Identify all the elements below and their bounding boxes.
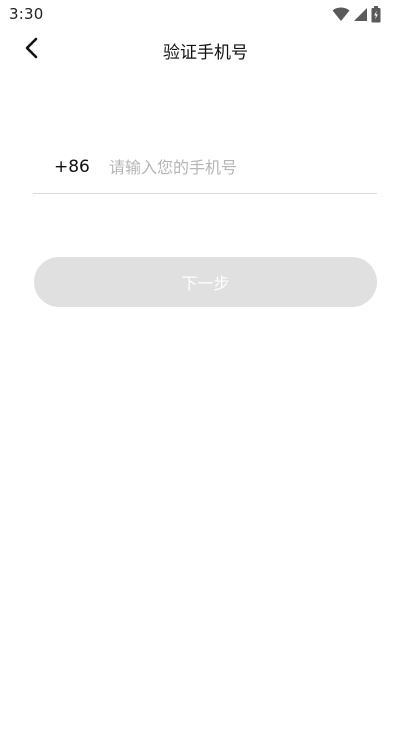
country-code[interactable]: +86 [54, 157, 90, 177]
header: 验证手机号 [0, 28, 411, 70]
next-button[interactable]: 下一步 [34, 257, 377, 307]
wifi-icon [332, 6, 350, 22]
page-title: 验证手机号 [163, 43, 248, 63]
status-time: 3:30 [9, 5, 44, 23]
phone-input-row: +86 [33, 146, 377, 194]
status-icons [332, 5, 381, 23]
cellular-signal-icon [353, 7, 368, 22]
phone-input[interactable] [109, 152, 369, 182]
status-bar: 3:30 [0, 0, 411, 28]
battery-icon [371, 5, 381, 23]
